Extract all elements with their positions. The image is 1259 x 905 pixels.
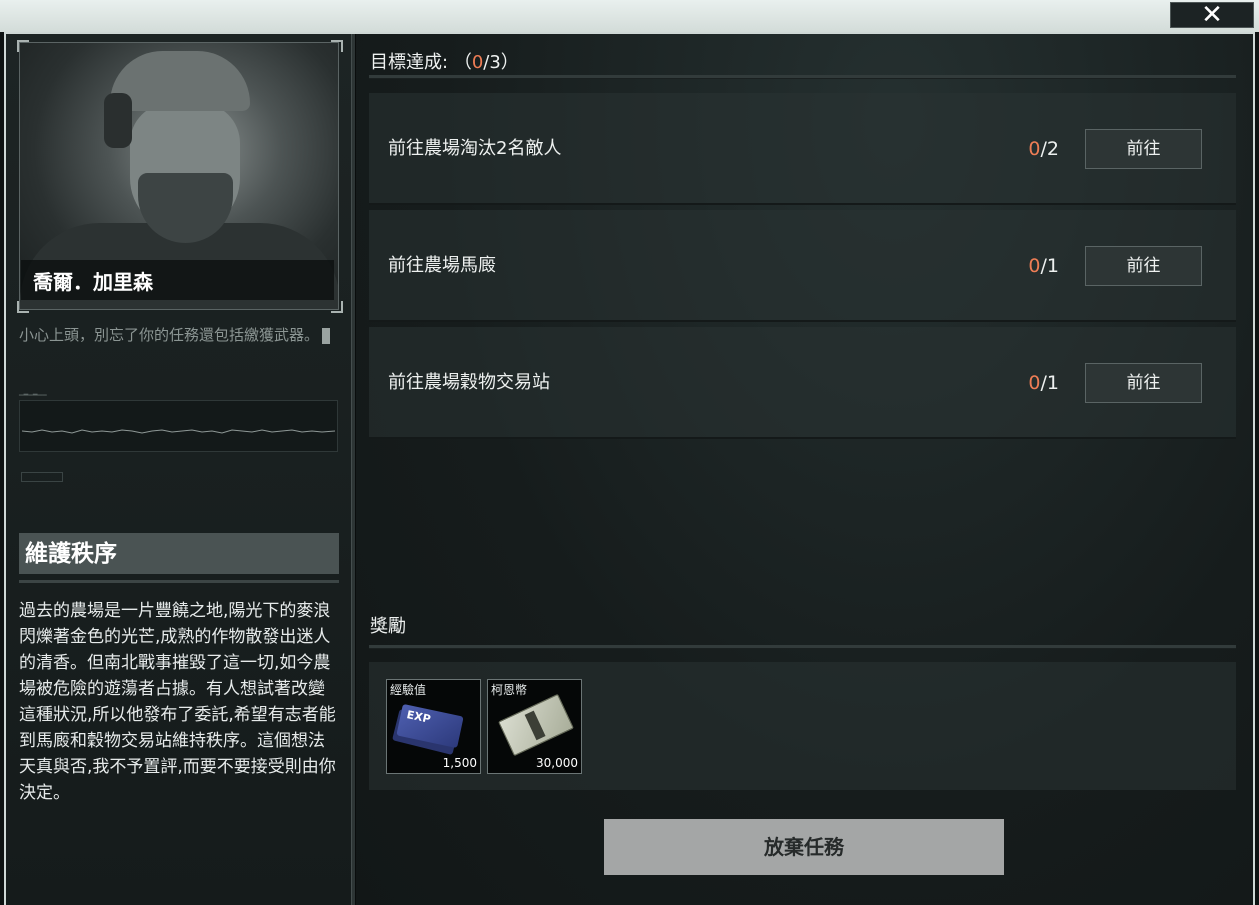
objectives-header-label: 目標達成: bbox=[370, 52, 449, 73]
objectives-header: 目標達成: （0/3） bbox=[370, 48, 519, 74]
objectives-total: /3 bbox=[483, 52, 501, 73]
objective-count: 0/1 bbox=[1028, 327, 1059, 439]
character-name: 喬爾．加里森 bbox=[21, 260, 334, 300]
objective-count: 0/1 bbox=[1028, 210, 1059, 322]
portrait-corner-tr bbox=[331, 40, 343, 52]
objective-text: 前往農場穀物交易站 bbox=[388, 372, 550, 393]
objective-done: 0 bbox=[1028, 372, 1041, 394]
objective-total: /1 bbox=[1040, 255, 1060, 277]
objectives-done-count: 0 bbox=[471, 52, 484, 73]
mission-description: 過去的農場是一片豐饒之地,陽光下的麥浪閃爍著金色的光芒,成熟的作物散發出迷人的清… bbox=[19, 601, 336, 803]
portrait-corner-bl bbox=[17, 301, 29, 313]
reward-name: 柯恩幣 bbox=[491, 683, 528, 697]
portrait-corner-br bbox=[331, 301, 343, 313]
rewards-rule bbox=[369, 645, 1236, 649]
objective-total: /2 bbox=[1040, 138, 1060, 160]
objectives-rule bbox=[369, 75, 1236, 79]
cash-stack-icon bbox=[498, 693, 574, 757]
window-title-bar bbox=[0, 0, 1259, 32]
go-button[interactable]: 前往 bbox=[1085, 129, 1202, 169]
audio-waveform bbox=[19, 400, 338, 452]
go-button[interactable]: 前往 bbox=[1085, 363, 1202, 403]
text-cursor bbox=[322, 327, 331, 344]
reward-item-exp[interactable]: EXP 經驗值 1,500 bbox=[386, 679, 481, 774]
objective-done: 0 bbox=[1028, 138, 1041, 160]
reward-quantity: 1,500 bbox=[442, 756, 477, 770]
reward-name: 經驗值 bbox=[390, 683, 427, 697]
cash-band bbox=[524, 710, 546, 741]
title-underline bbox=[19, 580, 339, 583]
rewards-label: 獎勵 bbox=[370, 616, 406, 637]
close-button[interactable]: ✕ bbox=[1170, 2, 1254, 28]
objective-done: 0 bbox=[1028, 255, 1041, 277]
portrait-corner-tl bbox=[17, 40, 29, 52]
abandon-mission-button[interactable]: 放棄任務 bbox=[604, 819, 1004, 875]
decor-tag bbox=[21, 472, 63, 482]
objective-row: 前往農場淘汰2名敵人 0/2 前往 bbox=[369, 93, 1236, 205]
objective-text: 前往農場淘汰2名敵人 bbox=[388, 138, 562, 159]
reward-item-currency[interactable]: 柯恩幣 30,000 bbox=[487, 679, 582, 774]
waveform-label: ▁▂▁▂▁▁ bbox=[19, 389, 47, 396]
objective-text: 前往農場馬廄 bbox=[388, 255, 496, 276]
waveform-icon bbox=[21, 429, 336, 434]
portrait-headset bbox=[104, 93, 132, 148]
objective-total: /1 bbox=[1040, 372, 1060, 394]
objectives-header-close: ） bbox=[500, 52, 519, 73]
reward-quantity: 30,000 bbox=[536, 756, 578, 770]
mission-title: 維護秩序 bbox=[19, 533, 339, 574]
objective-row: 前往農場穀物交易站 0/1 前往 bbox=[369, 327, 1236, 439]
character-quote: 小心上頭，別忘了你的任務還包括繳獲武器。 bbox=[19, 322, 337, 349]
objective-row: 前往農場馬廄 0/1 前往 bbox=[369, 210, 1236, 322]
quote-text: 小心上頭，別忘了你的任務還包括繳獲武器。 bbox=[19, 326, 320, 344]
objectives-header-open: （ bbox=[453, 52, 472, 73]
objective-count: 0/2 bbox=[1028, 93, 1059, 205]
go-button[interactable]: 前往 bbox=[1085, 246, 1202, 286]
